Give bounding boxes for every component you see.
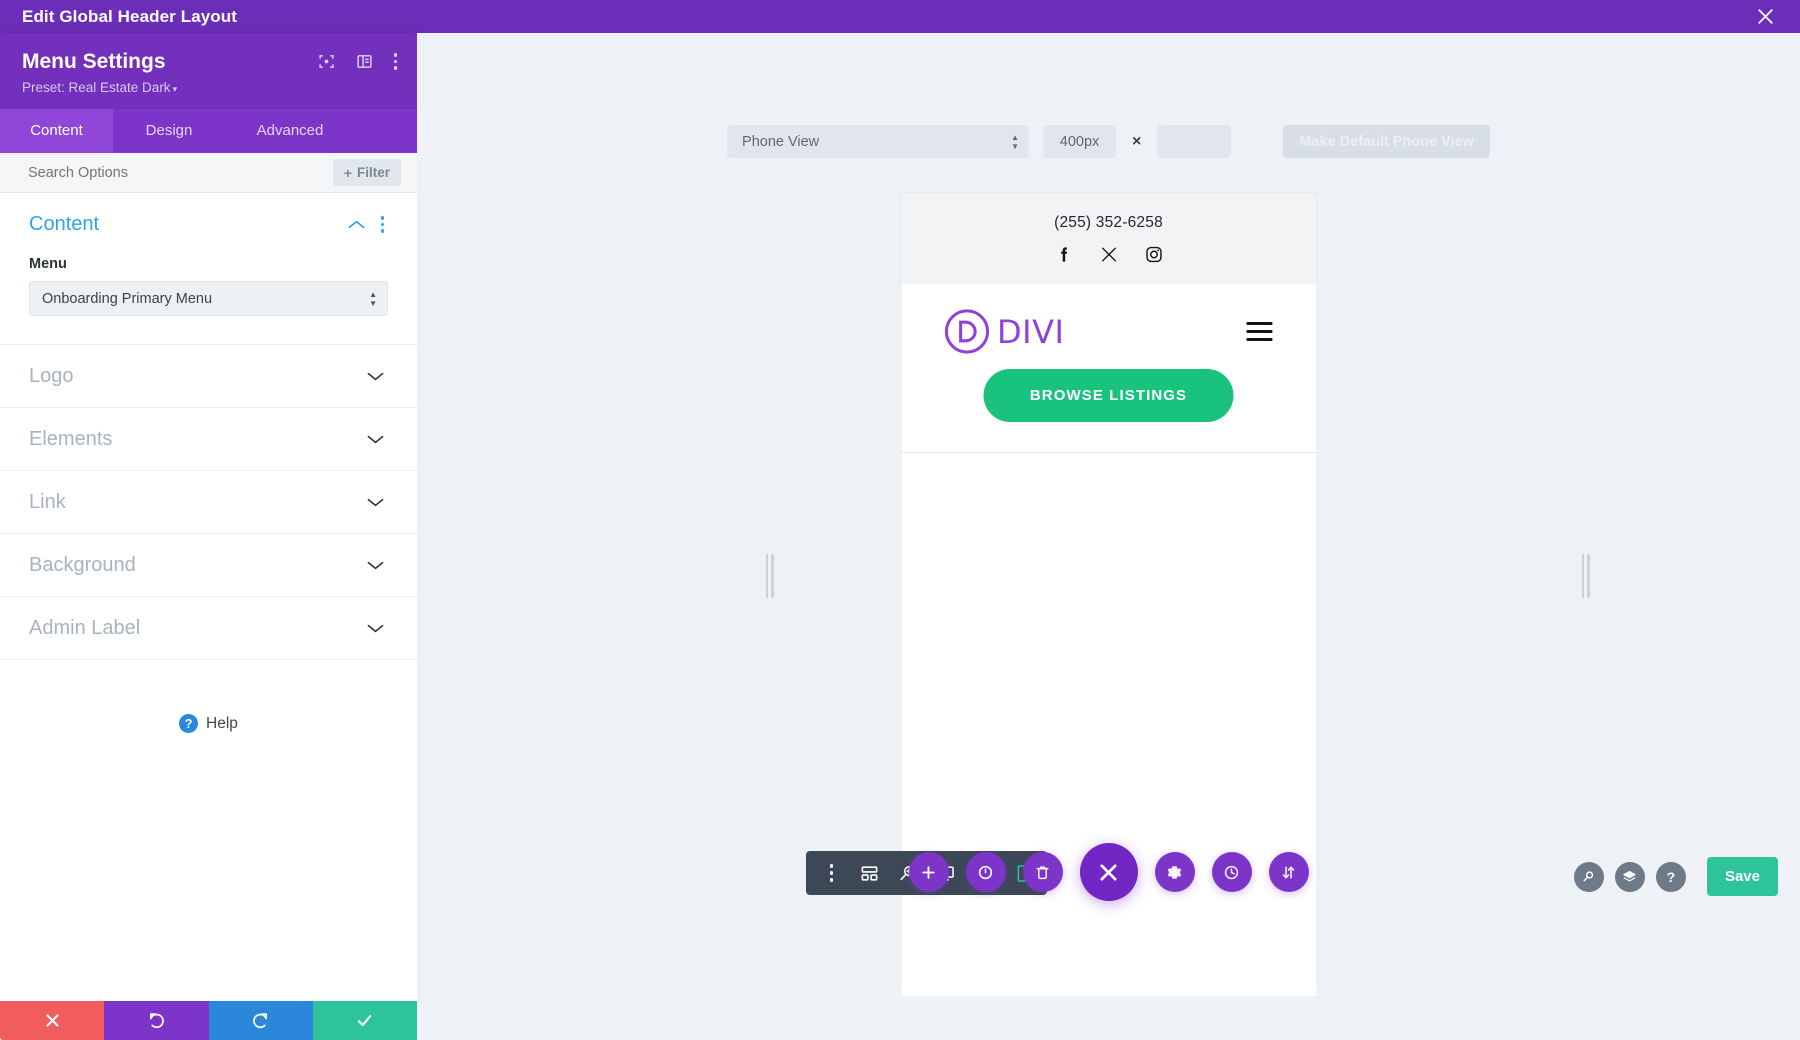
- question-icon: ?: [179, 714, 199, 734]
- chevron-updown-icon: ▲ ▼: [1011, 132, 1020, 151]
- filter-label: Filter: [356, 165, 390, 181]
- responsive-toggle-button[interactable]: [1268, 852, 1309, 892]
- preview-phone-number[interactable]: (255) 352-6258: [901, 214, 1316, 232]
- window-title: Edit Global Header Layout: [22, 6, 238, 26]
- help-label: Help: [206, 714, 238, 732]
- add-section-button[interactable]: [908, 852, 949, 892]
- more-options-icon[interactable]: [393, 53, 397, 70]
- layers-button[interactable]: [1614, 861, 1645, 892]
- chevron-down-icon[interactable]: [367, 560, 384, 571]
- help-button[interactable]: ?: [1655, 861, 1686, 892]
- view-mode-value: Phone View: [742, 133, 820, 150]
- brand-name: DIVI: [997, 312, 1065, 351]
- chevron-down-icon[interactable]: [367, 623, 384, 634]
- tab-content[interactable]: Content: [0, 109, 113, 154]
- builder-utility-actions: ? Save: [1573, 857, 1778, 896]
- undo-button[interactable]: [104, 1001, 209, 1040]
- chevron-up-icon[interactable]: [348, 219, 365, 230]
- section-link[interactable]: Link: [0, 471, 417, 535]
- responsive-view-toolbar: Phone View ▲▼ × Make Default Phone View: [417, 125, 1800, 158]
- preview-body-area: [901, 453, 1316, 996]
- save-button[interactable]: Save: [1706, 857, 1778, 896]
- panel-action-bar: [0, 1001, 417, 1040]
- preview-social-icons: [901, 245, 1316, 264]
- section-logo-label: Logo: [29, 364, 74, 387]
- panel-header-icons: [318, 53, 397, 70]
- chevron-down-icon: ▾: [172, 84, 178, 95]
- redo-button[interactable]: [208, 1001, 313, 1040]
- delete-button[interactable]: [1022, 852, 1063, 892]
- history-button[interactable]: [1211, 852, 1252, 892]
- resize-handle-right[interactable]: [1579, 553, 1592, 599]
- menu-field-label: Menu: [29, 256, 67, 273]
- search-options-bar: + Filter: [0, 153, 417, 194]
- chevron-down-icon[interactable]: [367, 497, 384, 508]
- save-changes-button[interactable]: [312, 1001, 417, 1040]
- divi-logo[interactable]: DIVI: [941, 306, 1064, 357]
- filter-button[interactable]: + Filter: [332, 159, 401, 187]
- window-titlebar: Edit Global Header Layout: [0, 0, 1800, 33]
- builder-canvas: Phone View ▲▼ × Make Default Phone View …: [417, 33, 1800, 1040]
- preset-label: Preset: Real Estate Dark: [22, 80, 171, 96]
- wireframe-view-icon[interactable]: [852, 854, 887, 892]
- chevron-updown-icon: ▲ ▼: [369, 289, 377, 308]
- module-settings-panel: Menu Settings Preset: Real Estate Dark▾: [0, 33, 417, 1040]
- chevron-down-icon[interactable]: [367, 371, 384, 382]
- viewport-width-input[interactable]: [1043, 125, 1117, 158]
- divi-builder-screen: Edit Global Header Layout Menu Settings …: [0, 0, 1800, 1040]
- browse-listings-button[interactable]: BROWSE LISTINGS: [983, 369, 1234, 422]
- section-elements-label: Elements: [29, 427, 113, 450]
- section-admin-label[interactable]: Admin Label: [0, 597, 417, 661]
- plus-icon: +: [343, 164, 352, 181]
- instagram-icon[interactable]: [1144, 245, 1163, 264]
- facebook-icon[interactable]: [1054, 245, 1073, 264]
- section-logo[interactable]: Logo: [0, 345, 417, 409]
- panel-sections: Content Menu Onboarding Primary Menu ▲▼: [0, 193, 417, 1001]
- hamburger-menu-icon[interactable]: [1242, 318, 1276, 345]
- section-elements[interactable]: Elements: [0, 408, 417, 472]
- preview-top-bar: (255) 352-6258: [901, 193, 1316, 284]
- section-background-label: Background: [29, 553, 136, 576]
- preset-selector[interactable]: Preset: Real Estate Dark ▾: [22, 80, 395, 95]
- viewport-height-input[interactable]: [1157, 125, 1232, 158]
- question-icon: ?: [1666, 868, 1676, 885]
- make-default-phone-view-button[interactable]: Make Default Phone View: [1283, 125, 1490, 158]
- section-content[interactable]: Content: [0, 193, 417, 256]
- close-icon[interactable]: [1752, 4, 1778, 30]
- search-input[interactable]: [28, 164, 278, 181]
- toolbar-more-icon[interactable]: [814, 854, 849, 892]
- section-admin-label-label: Admin Label: [29, 616, 141, 639]
- search-button[interactable]: [1573, 861, 1604, 892]
- builder-main-actions: [908, 843, 1309, 901]
- section-link-label: Link: [29, 490, 66, 513]
- tab-advanced[interactable]: Advanced: [225, 109, 355, 153]
- panel-header: Menu Settings Preset: Real Estate Dark ▾: [0, 33, 417, 110]
- close-builder-button[interactable]: [1079, 843, 1138, 901]
- settings-button[interactable]: [1154, 852, 1195, 892]
- section-content-label: Content: [29, 213, 100, 236]
- section-background[interactable]: Background: [0, 534, 417, 598]
- chevron-down-icon[interactable]: [367, 434, 384, 445]
- cancel-button[interactable]: [0, 1001, 105, 1040]
- menu-select-value: Onboarding Primary Menu: [42, 290, 213, 307]
- preview-header-row: DIVI BROWSE LISTINGS: [901, 284, 1316, 453]
- help-link[interactable]: ? Help: [0, 714, 417, 734]
- page-settings-button[interactable]: [965, 852, 1006, 892]
- menu-select[interactable]: Onboarding Primary Menu ▲ ▼: [29, 281, 388, 317]
- tab-design[interactable]: Design: [113, 109, 225, 153]
- focus-module-icon[interactable]: [318, 53, 335, 70]
- x-twitter-icon[interactable]: [1099, 245, 1118, 264]
- divi-d-mark-icon: [944, 309, 989, 354]
- view-mode-select[interactable]: Phone View ▲ ▼: [727, 125, 1030, 158]
- resize-handle-left[interactable]: [763, 553, 776, 599]
- multiply-symbol: ×: [1132, 132, 1142, 150]
- section-options-icon[interactable]: [380, 216, 384, 233]
- menu-field-group: Menu Onboarding Primary Menu ▲ ▼: [0, 256, 417, 346]
- panel-tabs: Content Design Advanced: [0, 109, 417, 154]
- panel-layout-icon[interactable]: [356, 53, 373, 70]
